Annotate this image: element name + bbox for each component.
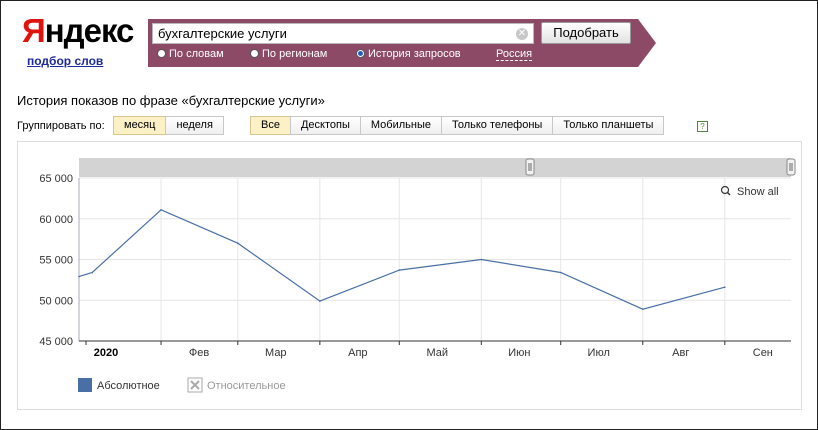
- data-point: [91, 271, 94, 274]
- pick-button[interactable]: Подобрать: [541, 22, 631, 44]
- navigator-track[interactable]: [79, 158, 791, 177]
- search-bar-arrow: [638, 19, 656, 67]
- radio-query-history[interactable]: История запросов: [356, 48, 461, 60]
- yandex-logo[interactable]: Яндекс: [22, 12, 134, 50]
- question-icon[interactable]: ?: [697, 121, 708, 132]
- y-tick-label: 60 000: [39, 214, 73, 226]
- navigator-handle-right[interactable]: [786, 158, 796, 176]
- zoom-icon-handle: [727, 192, 731, 196]
- x-tick-label: Фев: [189, 347, 209, 359]
- region-link[interactable]: Россия: [496, 48, 533, 61]
- data-point: [398, 269, 401, 271]
- x-tick-label: Сен: [753, 347, 773, 359]
- logo-subtitle-link[interactable]: подбор слов: [27, 54, 103, 68]
- legend-label-1[interactable]: Относительное: [207, 380, 286, 392]
- grouping-toggle: месяц неделя: [113, 116, 224, 135]
- x-tick-label: Июн: [508, 347, 530, 359]
- radio-dot-icon: [250, 49, 259, 58]
- y-tick-label: 65 000: [39, 173, 73, 185]
- group-month-button[interactable]: месяц: [113, 116, 167, 135]
- x-tick-label: Май: [426, 347, 448, 359]
- y-tick-label: 50 000: [39, 295, 73, 307]
- y-tick-label: 45 000: [39, 336, 73, 348]
- radio-dot-selected-icon: [356, 49, 365, 58]
- legend-swatch-0[interactable]: [78, 378, 92, 392]
- history-chart: 45 000 50 000 55 000 60 000 65 000 2020 Фев Мар…: [39, 158, 796, 393]
- data-point: [559, 271, 562, 274]
- radio-dot-icon: [157, 49, 166, 58]
- x-tick-label: Апр: [348, 347, 367, 359]
- radio-by-words[interactable]: По словам: [157, 48, 224, 60]
- x-tick-label: Июл: [588, 347, 610, 359]
- radio-by-regions[interactable]: По регионам: [250, 48, 327, 60]
- data-point: [480, 258, 483, 261]
- page-title: История показов по фразе «бухгалтерские …: [17, 93, 325, 108]
- data-point: [78, 275, 80, 278]
- chart-container: 45 000 50 000 55 000 60 000 65 000 2020 Фев Мар…: [17, 141, 802, 410]
- grouping-label: Группировать по:: [17, 120, 105, 132]
- device-toggle: Все Десктопы Мобильные Только телефоны Т…: [250, 116, 665, 135]
- data-point: [641, 308, 644, 311]
- search-input[interactable]: бухгалтерские услуги ✕: [152, 23, 534, 44]
- x-tick-label: Авг: [672, 347, 689, 359]
- device-mobile-button[interactable]: Мобильные: [359, 116, 442, 135]
- group-week-button[interactable]: неделя: [165, 116, 224, 135]
- clear-icon[interactable]: ✕: [516, 28, 528, 40]
- device-desktop-button[interactable]: Десктопы: [289, 116, 361, 135]
- data-point: [319, 300, 321, 302]
- data-point: [724, 286, 726, 289]
- data-point: [237, 242, 239, 244]
- x-year-label: 2020: [94, 347, 118, 359]
- device-all-button[interactable]: Все: [250, 116, 291, 135]
- search-query-text: бухгалтерские услуги: [158, 26, 287, 41]
- navigator-handle-left[interactable]: [525, 158, 535, 176]
- x-tick-label: Мар: [265, 347, 287, 359]
- device-phones-button[interactable]: Только телефоны: [440, 116, 554, 135]
- show-all-button[interactable]: Show all: [737, 186, 779, 198]
- data-point: [160, 208, 162, 211]
- legend-label-0[interactable]: Абсолютное: [97, 380, 160, 392]
- device-tablets-button[interactable]: Только планшеты: [552, 116, 665, 135]
- y-tick-label: 55 000: [39, 255, 73, 267]
